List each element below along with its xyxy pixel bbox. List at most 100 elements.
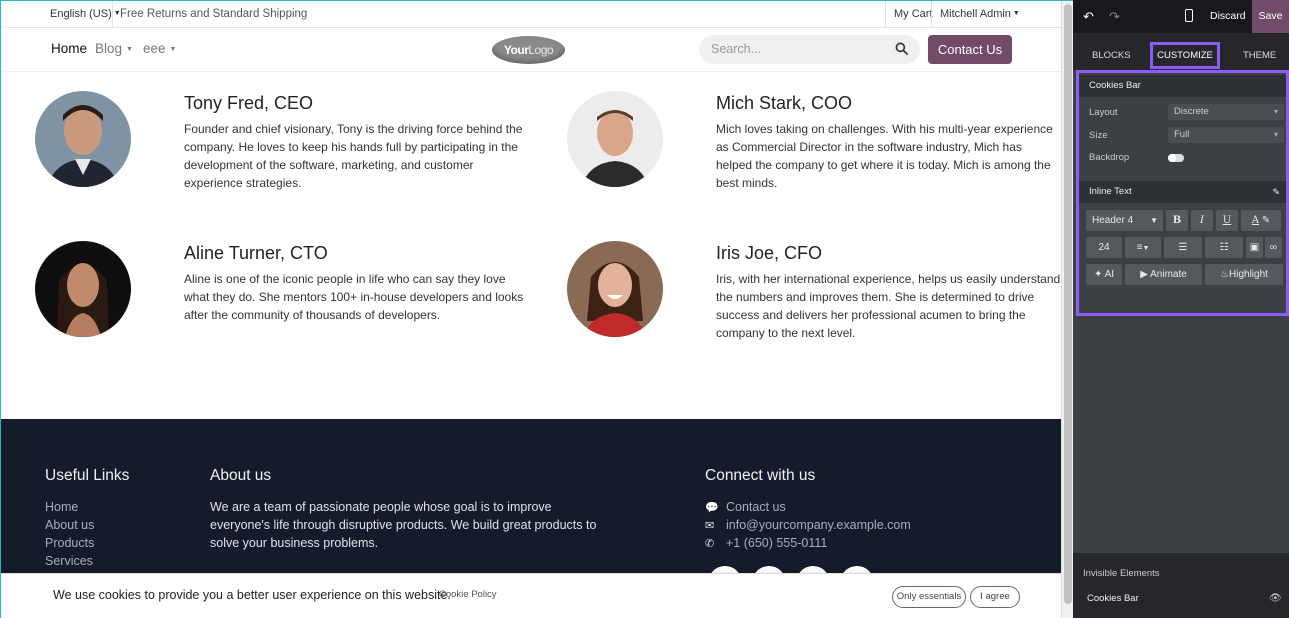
search-input[interactable]: Search... [711, 42, 761, 56]
link-button[interactable]: ∞ [1265, 237, 1282, 258]
eye-icon[interactable]: 👁 [1269, 593, 1282, 604]
footer-link-about[interactable]: About us [45, 516, 94, 534]
customize-options: Cookies Bar Layout Discrete Size Full Ba… [1076, 70, 1289, 316]
site-logo[interactable]: YourLogo [492, 36, 565, 64]
about-title: About us [210, 467, 272, 484]
invisible-elements-title: Invisible Elements [1083, 568, 1160, 579]
nav-eee[interactable]: eee ▼ [143, 41, 176, 56]
animate-button[interactable]: ▶ Animate [1125, 264, 1202, 285]
only-essentials-button[interactable]: Only essentials [892, 586, 966, 608]
connect-list: 💬 Contact us ✉ info@yourcompany.example.co… [705, 498, 911, 552]
connect-phone-row[interactable]: ✆ +1 (650) 555-0111 [705, 534, 911, 552]
email-link[interactable]: info@yourcompany.example.com [726, 518, 911, 532]
cookie-bar[interactable]: We use cookies to provide you a better u… [1, 573, 1061, 618]
logo-main-text: Your [503, 43, 529, 57]
my-cart-link[interactable]: My Cart [885, 1, 933, 27]
footer-link-home[interactable]: Home [45, 498, 94, 516]
phone-link[interactable]: +1 (650) 555-0111 [726, 536, 827, 550]
numbered-list-button[interactable]: ☷ [1205, 237, 1243, 258]
member-name: Iris Joe, CFO [716, 243, 823, 263]
bold-button[interactable]: B [1166, 210, 1188, 231]
editor-toolbar: ↶ ↷ Discard Save [1073, 0, 1289, 33]
invisible-elements-panel: Invisible Elements Cookies Bar 👁 [1073, 553, 1289, 618]
nav-blog[interactable]: Blog ▼ [95, 41, 133, 56]
useful-links-title: Useful Links [45, 467, 130, 484]
bullet-list-icon: ☰ [1178, 242, 1188, 253]
editor-tabs: BLOCKS CUSTOMIZE THEME [1073, 33, 1289, 70]
size-select[interactable]: Full [1168, 127, 1284, 143]
backdrop-toggle[interactable] [1168, 154, 1184, 162]
discard-button[interactable]: Discard [1210, 10, 1246, 22]
image-icon: ▣ [1249, 242, 1260, 253]
chat-icon: 💬 [705, 502, 719, 514]
highlight-button[interactable]: ♨Highlight [1205, 264, 1283, 285]
ai-button[interactable]: ✦ AI [1086, 264, 1122, 285]
inline-text-label: Inline Text [1089, 186, 1132, 197]
language-selector[interactable]: English (US) ▼ [50, 8, 121, 20]
avatar [567, 241, 663, 337]
main-navbar: Home Blog ▼ eee ▼ YourLogo Search... Con… [1, 28, 1061, 72]
tab-theme[interactable]: THEME [1243, 50, 1276, 61]
team-member-card: Tony Fred, CEO Founder and chief visiona… [35, 91, 535, 201]
align-select[interactable]: ≡▼ [1125, 237, 1161, 258]
mobile-preview-icon[interactable] [1185, 9, 1193, 22]
team-member-card: Aline Turner, CTO Aline is one of the ic… [35, 241, 535, 351]
user-menu[interactable]: Mitchell Admin ▼ [931, 1, 1020, 27]
cookie-message: We use cookies to provide you a better u… [53, 588, 451, 602]
member-name: Aline Turner, CTO [184, 243, 328, 263]
caret-down-icon: ▼ [1012, 10, 1020, 17]
brush-icon: ✎ [1261, 215, 1271, 226]
scrollbar-thumb[interactable] [1064, 4, 1072, 604]
team-member-card: Mich Stark, COO Mich loves taking on cha… [567, 91, 1067, 201]
play-icon: ▶ [1140, 269, 1151, 280]
italic-button[interactable]: I [1191, 210, 1213, 231]
member-description: Mich loves taking on challenges. With hi… [716, 122, 1053, 190]
image-button[interactable]: ▣ [1246, 237, 1263, 258]
footer-link-products[interactable]: Products [45, 534, 94, 552]
about-text: We are a team of passionate people whose… [210, 500, 597, 550]
contact-link[interactable]: Contact us [726, 500, 786, 514]
save-button[interactable]: Save [1252, 0, 1289, 33]
eraser-icon[interactable]: ✎ [1272, 181, 1280, 203]
header-style-select[interactable]: Header 4 ▼ [1086, 210, 1163, 231]
font-size-field[interactable]: 24 [1086, 237, 1122, 258]
tab-customize[interactable]: CUSTOMIZE [1150, 42, 1220, 69]
member-name: Mich Stark, COO [716, 93, 853, 113]
text-color-button[interactable]: A ✎ [1241, 210, 1281, 231]
bullet-list-button[interactable]: ☰ [1164, 237, 1202, 258]
shipping-text: Free Returns and Standard Shipping [112, 1, 307, 27]
invisible-item-cookies-bar[interactable]: Cookies Bar [1087, 593, 1139, 604]
layout-select[interactable]: Discrete [1168, 104, 1284, 120]
numbered-list-icon: ☷ [1219, 242, 1229, 253]
underline-button[interactable]: U [1216, 210, 1238, 231]
redo-icon[interactable]: ↷ [1109, 9, 1120, 25]
editor-panel: ↶ ↷ Discard Save BLOCKS CUSTOMIZE THEME … [1073, 0, 1289, 618]
envelope-icon: ✉ [705, 520, 715, 532]
font-color-icon: A [1251, 215, 1260, 226]
user-name: Mitchell Admin [940, 8, 1011, 20]
footer-link-services[interactable]: Services [45, 552, 94, 570]
connect-email-row[interactable]: ✉ info@yourcompany.example.com [705, 516, 911, 534]
nav-home[interactable]: Home [51, 41, 87, 56]
tab-blocks[interactable]: BLOCKS [1092, 50, 1131, 61]
search-icon[interactable] [895, 42, 908, 55]
cookie-policy-link[interactable]: Cookie Policy [439, 589, 497, 600]
top-bar: English (US) ▼ Free Returns and Standard … [1, 1, 1061, 28]
website-preview: English (US) ▼ Free Returns and Standard … [0, 0, 1073, 618]
page-scrollbar[interactable] [1061, 1, 1073, 618]
link-icon: ∞ [1269, 242, 1278, 253]
caret-down-icon: ▼ [124, 46, 133, 53]
member-description: Founder and chief visionary, Tony is the… [184, 122, 523, 190]
animate-label: Animate [1150, 269, 1187, 280]
ai-label: AI [1104, 269, 1115, 280]
connect-contact-row[interactable]: 💬 Contact us [705, 498, 911, 516]
phone-icon: ✆ [705, 538, 715, 550]
undo-icon[interactable]: ↶ [1083, 9, 1094, 25]
header-style-label: Header 4 [1092, 215, 1134, 226]
search-box[interactable]: Search... [699, 35, 920, 64]
agree-button[interactable]: I agree [970, 586, 1020, 608]
contact-us-button[interactable]: Contact Us [928, 35, 1012, 64]
nav-eee-label: eee [143, 41, 166, 56]
highlight-label: Highlight [1229, 269, 1268, 280]
inline-text-section-title: Inline Text ✎ [1079, 181, 1286, 203]
